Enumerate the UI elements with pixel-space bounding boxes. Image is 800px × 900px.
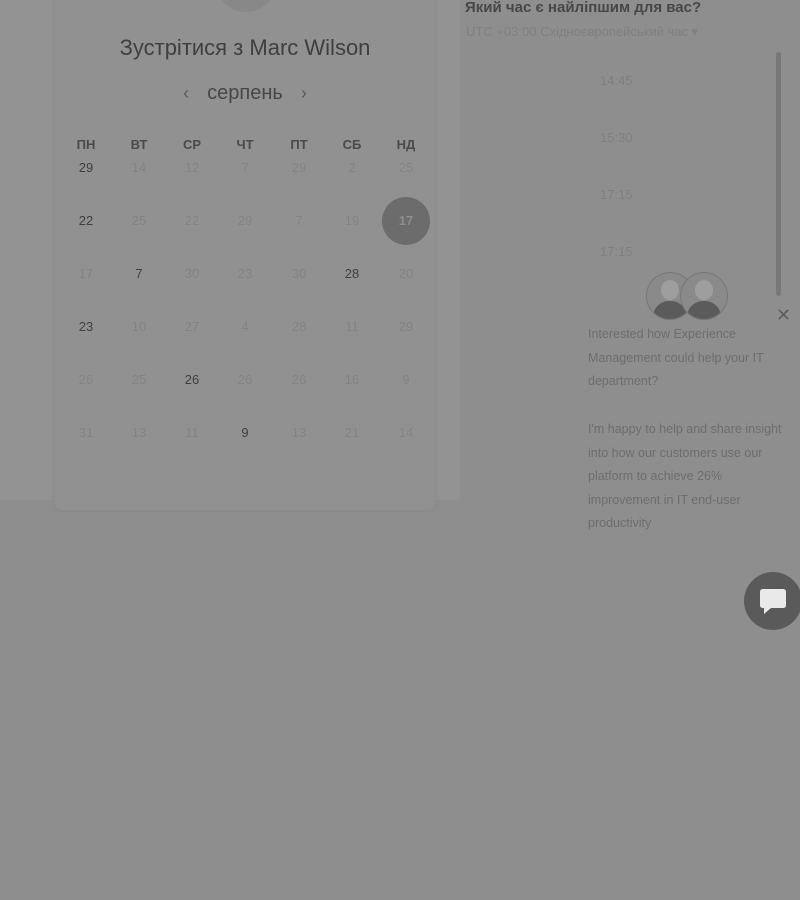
calendar-day: 20 [398,266,414,281]
calendar-day: 22 [184,213,200,228]
month-label: серпень [207,81,283,104]
weekday-header: ПТ [290,137,308,152]
calendar-day: 16 [344,372,360,387]
weekday-header: ПН [76,137,96,152]
calendar-day: 23 [237,266,253,281]
weekday-header: СР [182,137,202,152]
calendar-day: 4 [241,319,249,334]
calendar-day: 26 [291,372,307,387]
calendar-day: 28 [291,319,307,334]
calendar-day: 10 [131,319,147,334]
calendar-day: 25 [398,160,414,175]
time-slot[interactable]: 15:30 [600,130,633,145]
calendar-day: 26 [237,372,253,387]
calendar-day: 19 [344,213,360,228]
calendar-day: 31 [78,425,94,440]
weekday-header: НД [396,137,416,152]
avatar [680,272,728,320]
calendar-day: 7 [241,160,249,175]
calendar-day: 13 [131,425,147,440]
selected-date[interactable]: 17 [382,197,430,245]
calendar-day: 7 [295,213,303,228]
chat-agent-avatars [646,272,728,320]
calendar-day: 30 [291,266,307,281]
calendar-day: 11 [345,319,359,334]
calendar-day: 2 [348,160,356,175]
calendar-day[interactable]: 29 [66,160,106,175]
calendar-day: 14 [131,160,147,175]
calendar-day[interactable]: 9 [225,425,265,440]
chat-message: I'm happy to help and share insight into… [588,422,782,530]
calendar-day: 11 [185,425,199,440]
chat-launcher-button[interactable] [744,572,800,630]
calendar-day: 21 [344,425,360,440]
time-slot[interactable]: 14:45 [600,73,633,88]
chat-message: Interested how Experience Management cou… [588,327,764,388]
calendar-day: 14 [398,425,414,440]
calendar-day[interactable]: 26 [172,372,212,387]
time-slot[interactable]: 17:15 [600,244,633,259]
calendar-day: 30 [184,266,200,281]
calendar-day: 29 [291,160,307,175]
calendar-day: 29 [237,213,253,228]
calendar-day: 12 [184,160,200,175]
month-navigation: ‹ серпень › [55,80,435,106]
calendar-day: 13 [291,425,307,440]
timezone-selector[interactable]: UTC +03:00 Східноєвропейський час ▾ [466,24,698,40]
calendar-card: Зустрітися з Marc Wilson ‹ серпень › ПН В… [55,0,435,510]
weekday-header: ВТ [130,137,148,152]
meeting-title: Зустрітися з Marc Wilson [119,35,371,60]
time-list-scrollbar[interactable] [776,52,781,296]
weekday-header: ЧТ [236,137,254,152]
calendar-day[interactable]: 22 [66,213,106,228]
calendar-day: 25 [131,372,147,387]
chat-bubble-icon [760,589,786,614]
calendar-day: 27 [184,319,200,334]
chevron-right-icon[interactable]: › [301,83,307,104]
time-slot[interactable]: 17:15 [600,187,633,202]
calendar-day[interactable]: 23 [66,319,106,334]
calendar-day: 29 [398,319,414,334]
weekday-header: СБ [342,137,362,152]
calendar-day: 9 [402,372,410,387]
time-question: Який час є найліпшим для вас? [465,0,702,16]
calendar-day[interactable]: 28 [332,266,372,281]
calendar-day: 17 [78,266,94,281]
chevron-left-icon[interactable]: ‹ [183,83,189,104]
host-avatar [216,0,276,12]
calendar-day[interactable]: 7 [119,266,159,281]
calendar-day: 26 [78,372,94,387]
calendar-day: 25 [131,213,147,228]
